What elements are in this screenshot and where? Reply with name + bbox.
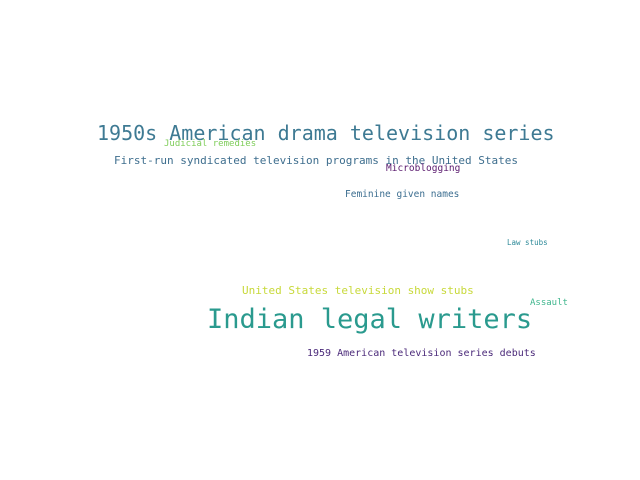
word-law-stubs: Law stubs xyxy=(507,238,548,247)
word-united-states-television-show-stubs: United States television show stubs xyxy=(242,284,474,297)
word-feminine-given-names: Feminine given names xyxy=(345,189,460,200)
word-assault: Assault xyxy=(530,298,568,308)
word-cloud: 1950s American drama television series F… xyxy=(0,0,640,480)
word-microblogging: Microblogging xyxy=(386,163,461,174)
word-1959-american-television-series-debuts: 1959 American television series debuts xyxy=(307,348,536,359)
word-judicial-remedies: Judicial remedies xyxy=(164,139,257,149)
word-indian-legal-writers: Indian legal writers xyxy=(207,304,533,335)
